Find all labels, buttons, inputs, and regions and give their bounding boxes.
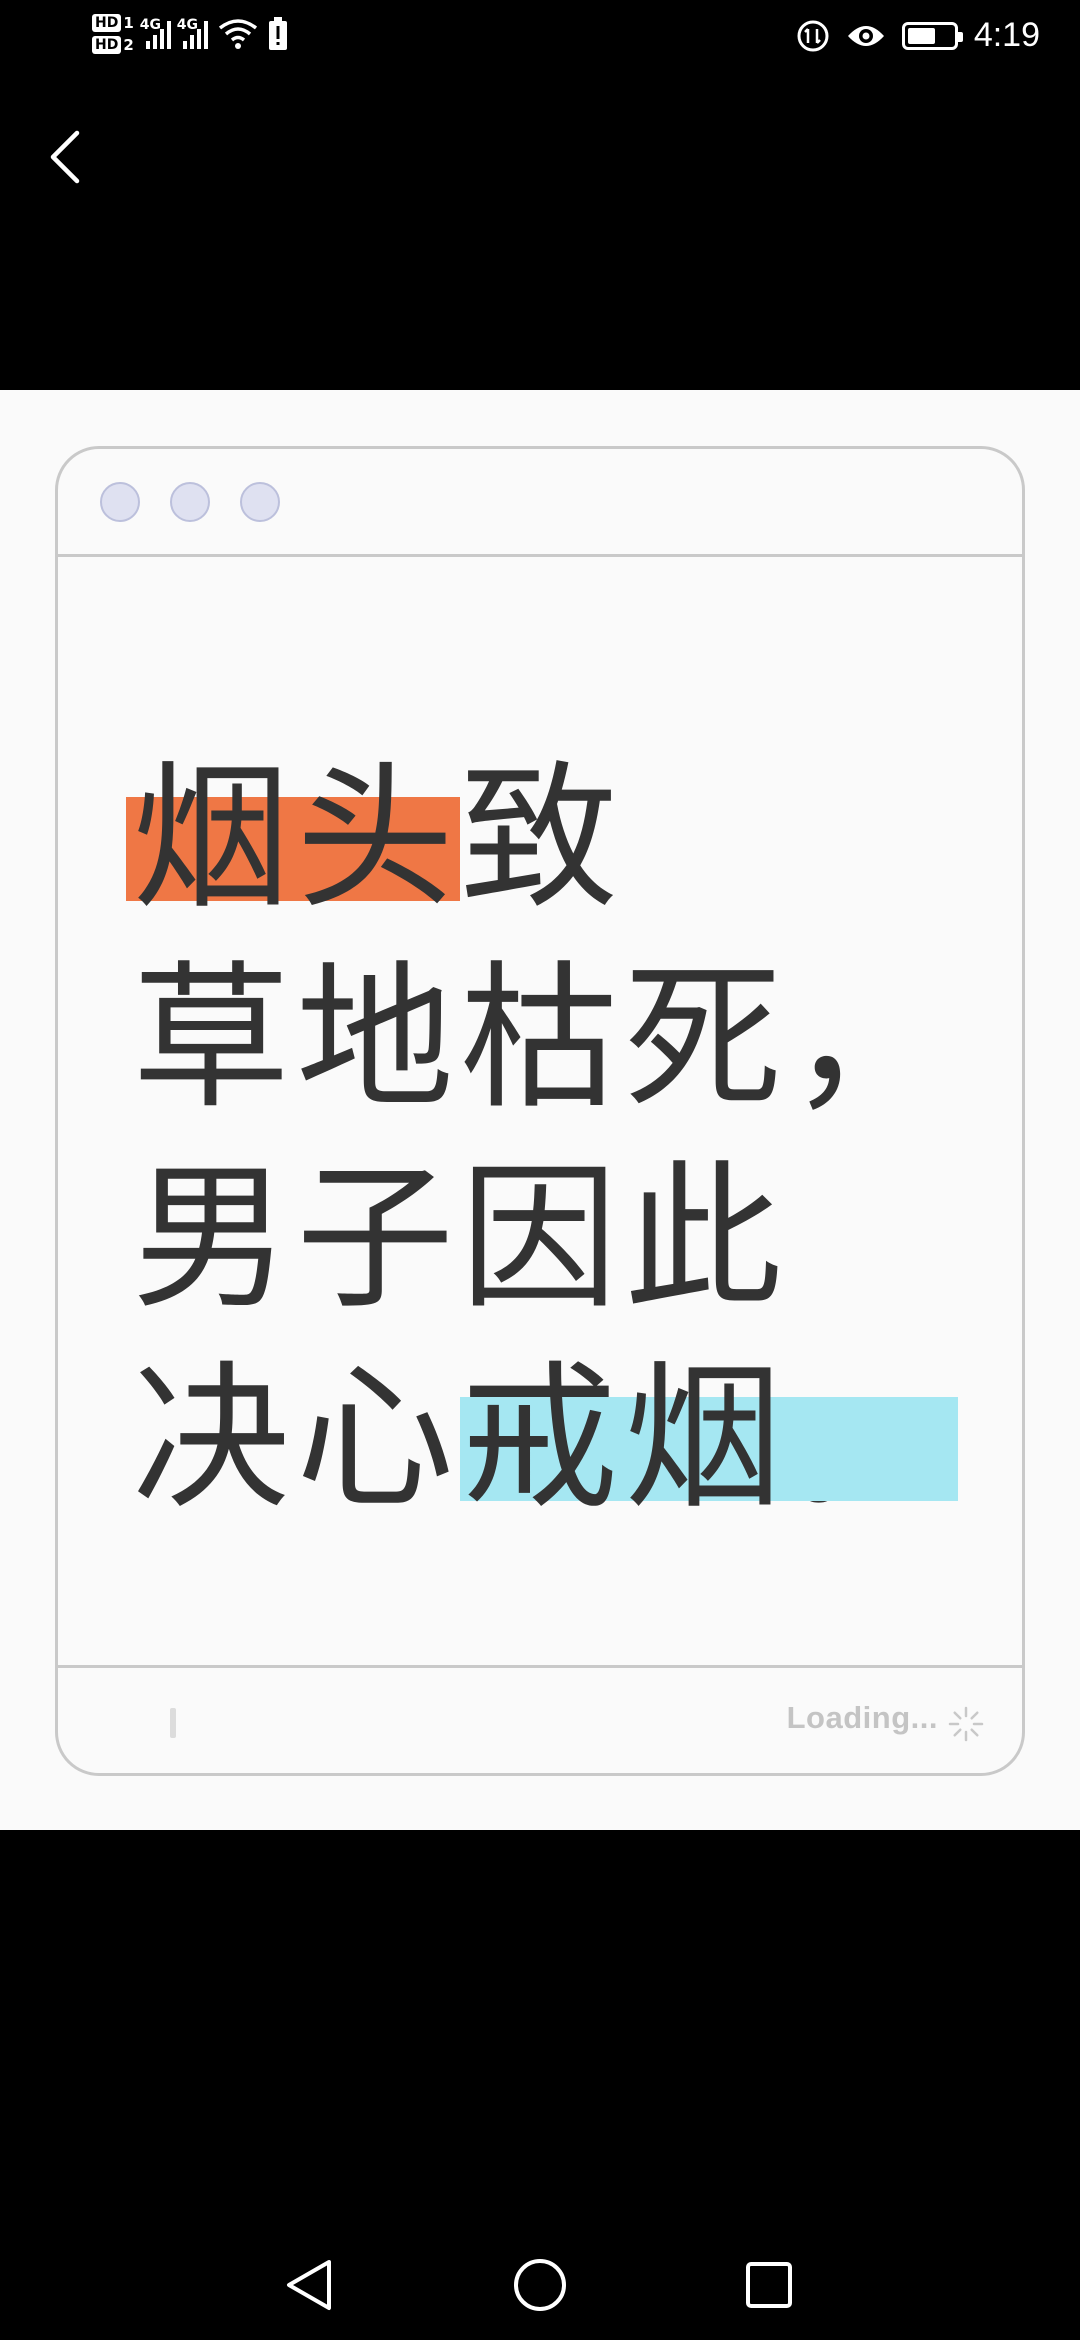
card-bottom-bar: Loading... [58,1665,1022,1773]
clock: 4:19 [973,16,1040,54]
nav-back-button[interactable] [274,2250,344,2320]
signal-icon: 4G [177,17,208,49]
battery-icon [901,21,963,50]
hd2-badge: HD 2 [92,36,134,54]
data-saver-icon [797,20,829,51]
spinner-icon [948,1706,984,1742]
battery-alert-icon [268,17,287,50]
headline-line: 决心戒烟。 [132,1339,992,1539]
net1-label: 4G [139,17,162,33]
browser-frame-card: 烟头致 草地枯死， 男子因此 决心戒烟。 Loading... [55,446,1025,1776]
circle-home-icon [514,2259,566,2311]
headline-line: 草地枯死， [132,939,992,1139]
hd2-sub: 2 [123,36,134,54]
nav-recent-button[interactable] [734,2250,804,2320]
eye-comfort-icon [847,25,884,46]
hd-indicators: HD 1 HD 2 [92,14,134,54]
window-dot-icon [170,482,210,522]
headline-text: 决心 [132,1347,460,1531]
hd2-label: HD [92,36,122,54]
highlight-orange: 烟头 [126,739,460,939]
hd1-sub: 1 [123,14,134,32]
triangle-back-icon [287,2260,331,2310]
system-nav-bar [0,2220,1080,2340]
chevron-left-icon [50,130,80,184]
window-dots [100,482,280,522]
loading-text: Loading... [786,1700,938,1735]
back-button[interactable] [40,122,90,192]
headline-line: 男子因此 [132,1139,992,1339]
highlight-cyan: 戒烟 [460,1339,958,1539]
status-left: HD 1 HD 2 4G 4G [92,14,288,54]
window-dot-icon [100,482,140,522]
headline-text: 烟头 [132,747,460,931]
article-image[interactable]: 烟头致 草地枯死， 男子因此 决心戒烟。 Loading... [0,390,1080,1830]
net2-label: 4G [176,17,199,33]
window-dot-icon [240,482,280,522]
status-right: 4:19 [796,16,1040,55]
hd1-label: HD [92,14,122,32]
signal-icon: 4G [140,17,171,49]
wifi-icon [218,19,257,49]
headline-line: 烟头致 [126,739,992,939]
headline-text: 致 [460,747,624,931]
nav-home-button[interactable] [505,2250,575,2320]
status-bar: HD 1 HD 2 4G 4G 4:19 [0,0,1080,84]
square-recent-icon [746,2262,792,2308]
card-top-bar [58,449,1022,557]
progress-marker [170,1708,176,1738]
headline-text: 戒烟 [460,1347,788,1531]
headline-text: 草地枯死， [132,947,952,1131]
headline-text: 男子因此 [132,1147,788,1331]
hd1-badge: HD 1 [92,14,134,32]
headline: 烟头致 草地枯死， 男子因此 决心戒烟。 [126,739,992,1539]
